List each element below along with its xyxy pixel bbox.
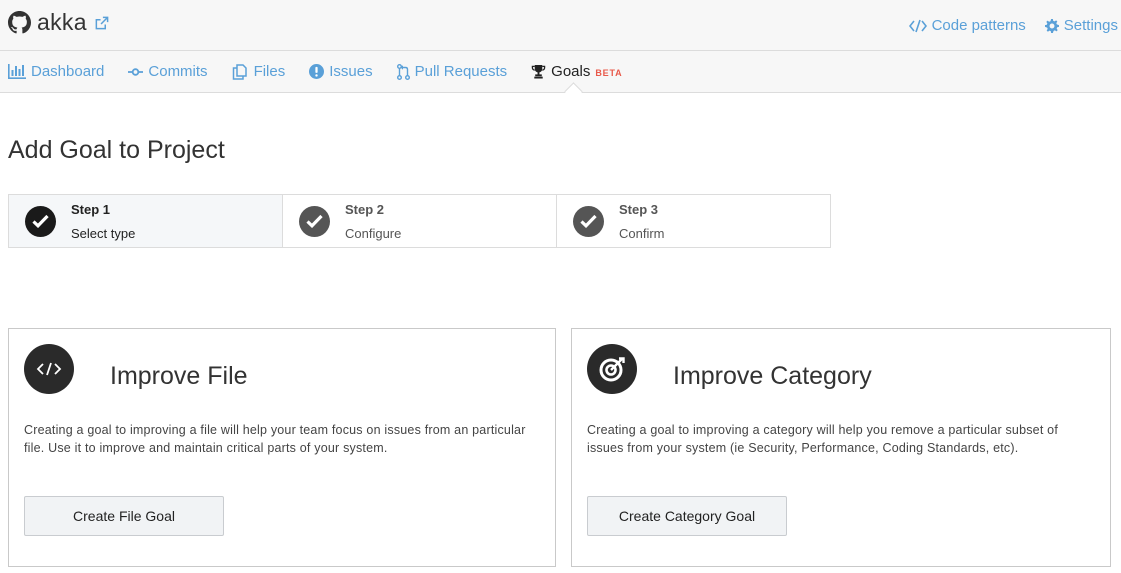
step-1[interactable]: Step 1 Select type	[9, 195, 283, 247]
tab-dashboard-label: Dashboard	[31, 63, 105, 80]
card-title: Improve Category	[673, 362, 872, 390]
step-title: Step 3	[619, 201, 659, 217]
tab-goals[interactable]: Goals BETA	[531, 63, 622, 80]
external-link-icon[interactable]	[94, 16, 109, 31]
tab-issues[interactable]: Issues	[309, 63, 373, 80]
beta-badge: BETA	[595, 68, 623, 78]
tab-dashboard[interactable]: Dashboard	[8, 63, 104, 80]
tab-files-label: Files	[253, 63, 286, 80]
pull-request-icon	[396, 63, 410, 80]
improve-file-card: Improve File Creating a goal to improvin…	[8, 328, 556, 567]
nav-tabs: Dashboard Commits Files Issues Pull Requ…	[8, 63, 646, 80]
tab-commits[interactable]: Commits	[128, 63, 208, 80]
page-title: Add Goal to Project	[8, 136, 225, 164]
code-patterns-label: Code patterns	[931, 17, 1026, 34]
card-title: Improve File	[110, 362, 248, 390]
improve-category-card: Improve Category Creating a goal to impr…	[571, 328, 1111, 567]
tab-files[interactable]: Files	[232, 63, 286, 80]
create-category-goal-button[interactable]: Create Category Goal	[587, 496, 787, 536]
bar-chart-icon	[8, 64, 26, 79]
step-title: Step 1	[71, 201, 111, 217]
step-subtitle: Configure	[345, 225, 402, 241]
gear-icon	[1044, 18, 1059, 33]
code-icon	[908, 19, 927, 32]
nav-bar: Dashboard Commits Files Issues Pull Requ…	[0, 51, 1121, 93]
card-description: Creating a goal to improving a category …	[587, 423, 1059, 455]
code-patterns-link[interactable]: Code patterns	[908, 17, 1026, 34]
step-3[interactable]: Step 3 Confirm	[557, 195, 830, 247]
check-circle-icon	[25, 205, 56, 237]
step-title: Step 2	[345, 201, 385, 217]
check-circle-icon	[573, 205, 604, 237]
step-progress: Step 1 Select type Step 2 Configure Step…	[8, 194, 831, 248]
tab-goals-label: Goals	[551, 63, 591, 80]
exclamation-circle-icon	[309, 64, 325, 79]
repo-name: akka	[37, 9, 87, 35]
tab-pull-requests[interactable]: Pull Requests	[396, 63, 508, 80]
card-description: Creating a goal to improving a file will…	[24, 423, 526, 455]
settings-label: Settings	[1063, 17, 1118, 34]
check-circle-icon	[299, 205, 330, 237]
step-2[interactable]: Step 2 Configure	[283, 195, 557, 247]
create-file-goal-button[interactable]: Create File Goal	[24, 496, 224, 536]
target-icon	[587, 344, 637, 394]
commit-icon	[128, 67, 144, 76]
top-right-links: Code patterns Settings	[908, 17, 1118, 34]
code-icon	[24, 344, 74, 394]
repo-header: akka	[8, 9, 109, 36]
files-icon	[232, 63, 247, 80]
github-icon	[8, 11, 31, 34]
tab-commits-label: Commits	[148, 63, 208, 80]
step-subtitle: Select type	[71, 225, 136, 241]
top-bar: akka Code patterns Settings	[0, 0, 1121, 51]
step-subtitle: Confirm	[619, 225, 665, 241]
tab-issues-label: Issues	[329, 63, 373, 80]
tab-pull-requests-label: Pull Requests	[414, 63, 508, 80]
settings-link[interactable]: Settings	[1044, 17, 1118, 34]
trophy-icon	[531, 64, 546, 79]
